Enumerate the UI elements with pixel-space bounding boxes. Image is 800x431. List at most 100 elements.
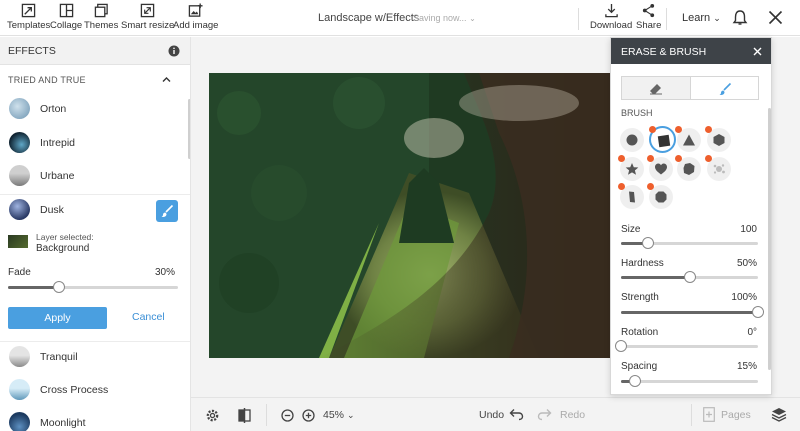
section-tried-and-true[interactable]: TRIED AND TRUE [8,75,86,85]
blob-shape-icon [683,163,695,175]
brush-shape-octagon[interactable] [647,183,673,209]
landscape-photo[interactable] [209,73,610,358]
undo-icon[interactable] [509,408,524,421]
redo-icon[interactable] [537,408,552,421]
bottom-divider [266,404,267,426]
chevron-up-icon[interactable] [162,76,171,83]
collage-button[interactable]: Collage [50,3,82,31]
smart-resize-label: Smart resize [121,20,175,31]
tab-eraser[interactable] [622,77,690,99]
document-title[interactable]: Landscape w/Effects [318,12,419,24]
themes-button[interactable]: Themes [84,3,118,31]
close-icon[interactable] [768,10,783,25]
effect-item-dusk-expanded: Dusk Layer selected: Background Fade 30%… [0,194,190,342]
premium-badge [675,155,682,162]
fade-slider[interactable] [8,281,178,293]
effect-item-cross-process[interactable]: Cross Process [0,375,188,405]
effects-panel-title: EFFECTS [8,45,56,57]
fade-slider-fill [8,286,59,289]
brush-shape-square[interactable] [649,126,676,153]
brush-shape-splatter[interactable] [705,155,731,181]
cancel-button[interactable]: Cancel [132,311,165,323]
effect-name: Moonlight [40,417,86,429]
share-button[interactable]: Share [636,3,661,31]
effect-name: Intrepid [40,137,76,149]
size-slider[interactable] [621,237,758,249]
collage-icon [59,3,73,18]
circle-shape-icon [626,134,638,146]
premium-badge [649,126,656,133]
brush-shape-heart[interactable] [647,155,673,181]
brush-shape-blob[interactable] [675,155,701,181]
premium-badge [705,126,712,133]
download-label: Download [590,20,633,31]
rotation-slider[interactable] [615,340,758,352]
add-image-button[interactable]: Add image [173,3,218,31]
rotation-slider-knob[interactable] [615,340,627,352]
learn-menu[interactable]: Learn ⌄ [682,12,721,24]
brush-effect-button[interactable] [156,200,178,222]
zoom-out-icon[interactable] [281,409,294,422]
paintbrush-icon [719,82,731,95]
smart-resize-icon [140,3,155,18]
effect-thumbnail [9,199,30,220]
spacing-label: Spacing [621,361,658,372]
templates-icon [21,3,36,18]
brush-shape-star[interactable] [618,155,644,181]
hardness-slider-knob[interactable] [683,271,696,283]
premium-badge [618,155,625,162]
close-icon[interactable] [753,47,762,56]
download-button[interactable]: Download [590,3,632,31]
settings-gear-icon[interactable] [205,408,220,423]
tab-brush[interactable] [689,77,758,99]
premium-badge [647,155,654,162]
brush-shape-triangle[interactable] [675,126,701,152]
effect-item-orton[interactable]: Orton [0,94,188,124]
compare-icon[interactable] [238,408,251,423]
effect-item-moonlight[interactable]: Moonlight [0,408,188,431]
bell-icon[interactable] [731,9,749,27]
erase-brush-scrollbar[interactable] [768,108,771,370]
square-shape-icon [657,134,670,147]
brush-shape-stroke[interactable] [618,183,644,209]
brush-shape-circle[interactable] [620,128,644,152]
effect-item-tranquil[interactable]: Tranquil [0,342,188,372]
strength-slider-knob[interactable] [752,306,764,318]
zoom-level[interactable]: 45% ⌄ [323,409,354,421]
chevron-down-icon[interactable]: ⌄ [469,14,476,23]
layers-icon[interactable] [771,407,787,422]
effect-item-intrepid[interactable]: Intrepid [0,128,188,158]
brush-shape-hexagon[interactable] [705,126,731,152]
forest-image [209,73,610,358]
apply-button[interactable]: Apply [8,307,107,329]
hardness-slider[interactable] [621,271,758,283]
strength-label: Strength [621,292,659,303]
brush-section-label: BRUSH [621,108,653,118]
effect-name: Urbane [40,170,75,182]
templates-label: Templates [7,20,51,31]
layer-selected-value[interactable]: Background [36,243,89,254]
zoom-in-icon[interactable] [302,409,315,422]
redo-label[interactable]: Redo [560,409,585,421]
undo-label[interactable]: Undo [479,409,504,421]
share-icon [643,3,655,18]
spacing-slider[interactable] [621,375,758,387]
download-icon [604,3,618,18]
strength-slider[interactable] [621,306,764,318]
add-image-icon [188,3,203,17]
templates-button[interactable]: Templates [7,3,50,31]
saving-status-text: Saving now... [413,13,467,23]
add-page-icon[interactable] [703,407,715,422]
effect-item-urbane[interactable]: Urbane [0,161,188,191]
strength-value: 100% [731,292,757,303]
spacing-slider-knob[interactable] [628,375,641,387]
fade-slider-knob[interactable] [53,281,65,293]
pages-label[interactable]: Pages [721,409,751,421]
premium-badge [675,126,682,133]
effect-thumbnail [9,165,30,186]
layer-thumbnail [8,235,28,248]
effect-thumbnail [9,98,30,119]
smart-resize-button[interactable]: Smart resize [121,3,174,31]
size-slider-knob[interactable] [642,237,655,249]
info-icon[interactable] [168,45,180,57]
